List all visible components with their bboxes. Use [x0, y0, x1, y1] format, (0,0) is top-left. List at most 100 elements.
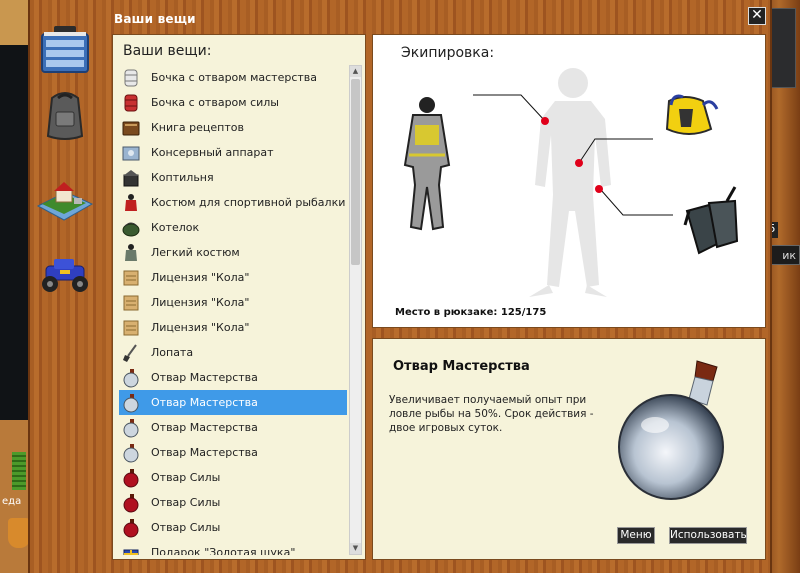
body-silhouette	[529, 68, 611, 297]
barrel-red-icon	[124, 94, 138, 111]
inventory-item[interactable]: Отвар Мастерства	[119, 365, 347, 390]
inventory-item-label: Отвар Мастерства	[151, 371, 258, 384]
inventory-item-label: Книга рецептов	[151, 121, 244, 134]
inventory-item-label: Лопата	[151, 346, 194, 359]
gift-icon	[123, 549, 139, 555]
tab-backpack[interactable]	[36, 86, 94, 144]
house-land-icon	[36, 182, 94, 221]
slot-marker-torso[interactable]	[541, 117, 549, 125]
game-background-left-top	[0, 0, 30, 45]
inventory-item[interactable]: Лицензия "Кола"	[119, 315, 347, 340]
smokehouse-icon	[123, 169, 139, 186]
potion-white-icon	[123, 418, 139, 437]
inventory-item[interactable]: Бочка с отваром силы	[119, 90, 347, 115]
potion-flask-icon	[618, 360, 724, 500]
inventory-item-label: Отвар Силы	[151, 471, 221, 484]
equipment-figure	[403, 68, 739, 297]
inventory-item-label: Отвар Мастерства	[151, 446, 258, 459]
slot-marker-hand[interactable]	[595, 185, 603, 193]
inventory-item-label: Консервный аппарат	[151, 146, 274, 159]
window-title: Ваши вещи	[114, 12, 196, 26]
inventory-item-label: Легкий костюм	[151, 246, 240, 259]
inventory-item[interactable]: Отвар Силы	[119, 490, 347, 515]
life-vest-icon[interactable]	[665, 94, 719, 135]
inventory-item[interactable]: Отвар Силы	[119, 515, 347, 540]
inventory-item-label: Отвар Силы	[151, 521, 221, 534]
inventory-item[interactable]: Отвар Мастерства	[119, 440, 347, 465]
inventory-item[interactable]: Лицензия "Кола"	[119, 265, 347, 290]
scroll-up-arrow[interactable]: ▲	[350, 66, 361, 77]
inventory-item[interactable]: Лицензия "Кола"	[119, 290, 347, 315]
inventory-scrollbar[interactable]: ▲ ▼	[349, 65, 362, 555]
use-button[interactable]: Использовать	[669, 527, 747, 544]
inventory-item[interactable]: Отвар Мастерства	[119, 390, 347, 415]
backpack-capacity: Место в рюкзаке: 125/175	[395, 307, 547, 318]
inventory-item[interactable]: Лопата	[119, 340, 347, 365]
inventory-panel: Ваши вещи: Бочка с отваром мастерства Боч…	[112, 34, 366, 560]
inventory-item-label: Бочка с отваром силы	[151, 96, 279, 109]
tab-tackle-box[interactable]	[36, 22, 94, 80]
inventory-item-label: Бочка с отваром мастерства	[151, 71, 317, 84]
potion-white-icon	[123, 393, 139, 412]
scroll-down-arrow[interactable]: ▼	[350, 543, 361, 554]
game-right-button[interactable]: ик	[768, 245, 800, 265]
inventory-list: Бочка с отваром мастерства Бочка с отваро…	[119, 65, 347, 555]
slot-marker-hip[interactable]	[575, 159, 583, 167]
inventory-item-label: Лицензия "Кола"	[151, 296, 250, 309]
license-icon	[123, 295, 139, 310]
inventory-item-label: Лицензия "Кола"	[151, 271, 250, 284]
inventory-item-label: Коптильня	[151, 171, 214, 184]
inventory-item[interactable]: Легкий костюм	[119, 240, 347, 265]
equipment-panel: Экипировка: Место в рюкзаке: 125/175	[372, 34, 766, 328]
monster-truck-icon	[42, 259, 88, 292]
book-icon	[122, 121, 140, 135]
potion-white-icon	[123, 368, 139, 387]
barrel-white-icon	[124, 69, 138, 86]
close-button[interactable]: ✕	[748, 7, 766, 25]
cup-icon[interactable]	[8, 518, 30, 548]
potion-red-icon	[123, 468, 139, 487]
pot-icon	[122, 222, 140, 236]
potion-red-icon	[123, 493, 139, 512]
inventory-item-label: Отвар Силы	[151, 496, 221, 509]
item-description: Увеличивает получаемый опыт при ловле ры…	[389, 394, 594, 434]
item-title: Отвар Мастерства	[393, 359, 530, 374]
license-icon	[123, 320, 139, 335]
inventory-item[interactable]: Консервный аппарат	[119, 140, 347, 165]
inventory-item[interactable]: Бочка с отваром мастерства	[119, 65, 347, 90]
inventory-item[interactable]: Книга рецептов	[119, 115, 347, 140]
inventory-item-label: Отвар Мастерства	[151, 396, 258, 409]
food-bar	[12, 452, 26, 490]
potion-white-icon	[123, 443, 139, 462]
inventory-item[interactable]: Отвар Мастерства	[119, 415, 347, 440]
inventory-item-label: Подарок "Золотая щука"	[151, 546, 296, 555]
game-right-panel	[768, 8, 796, 88]
menu-button[interactable]: Меню	[617, 527, 655, 544]
sport-suit-icon	[125, 193, 137, 211]
inventory-item[interactable]: Отвар Силы	[119, 465, 347, 490]
license-icon	[123, 270, 139, 285]
canning-machine-icon	[122, 146, 140, 160]
food-label: еда	[2, 496, 22, 507]
fishing-suit-icon[interactable]	[403, 97, 451, 231]
inventory-item-label: Отвар Мастерства	[151, 421, 258, 434]
inventory-item-label: Лицензия "Кола"	[151, 321, 250, 334]
inventory-item-label: Котелок	[151, 221, 200, 234]
tab-property[interactable]	[36, 168, 94, 226]
item-description-panel: Отвар Мастерства Увеличивает получаемый …	[372, 338, 766, 560]
inventory-item[interactable]: Коптильня	[119, 165, 347, 190]
shovel-icon	[123, 343, 137, 362]
inventory-title: Ваши вещи:	[123, 43, 212, 59]
backpack-icon	[46, 92, 84, 140]
tab-vehicle[interactable]	[36, 246, 94, 304]
inventory-item[interactable]: Котелок	[119, 215, 347, 240]
light-suit-icon	[125, 243, 137, 261]
inventory-item-label: Костюм для спортивной рыбалки	[151, 196, 346, 209]
inventory-item[interactable]: Подарок "Золотая щука"	[119, 540, 347, 555]
potion-red-icon	[123, 518, 139, 537]
scroll-thumb[interactable]	[351, 79, 360, 265]
tackle-box-icon	[41, 26, 89, 73]
inventory-item[interactable]: Костюм для спортивной рыбалки	[119, 190, 347, 215]
gloves-icon[interactable]	[683, 186, 739, 255]
inventory-window: Ваши вещи ✕ Ваши вещи: Бочка с отваром м…	[28, 0, 772, 573]
